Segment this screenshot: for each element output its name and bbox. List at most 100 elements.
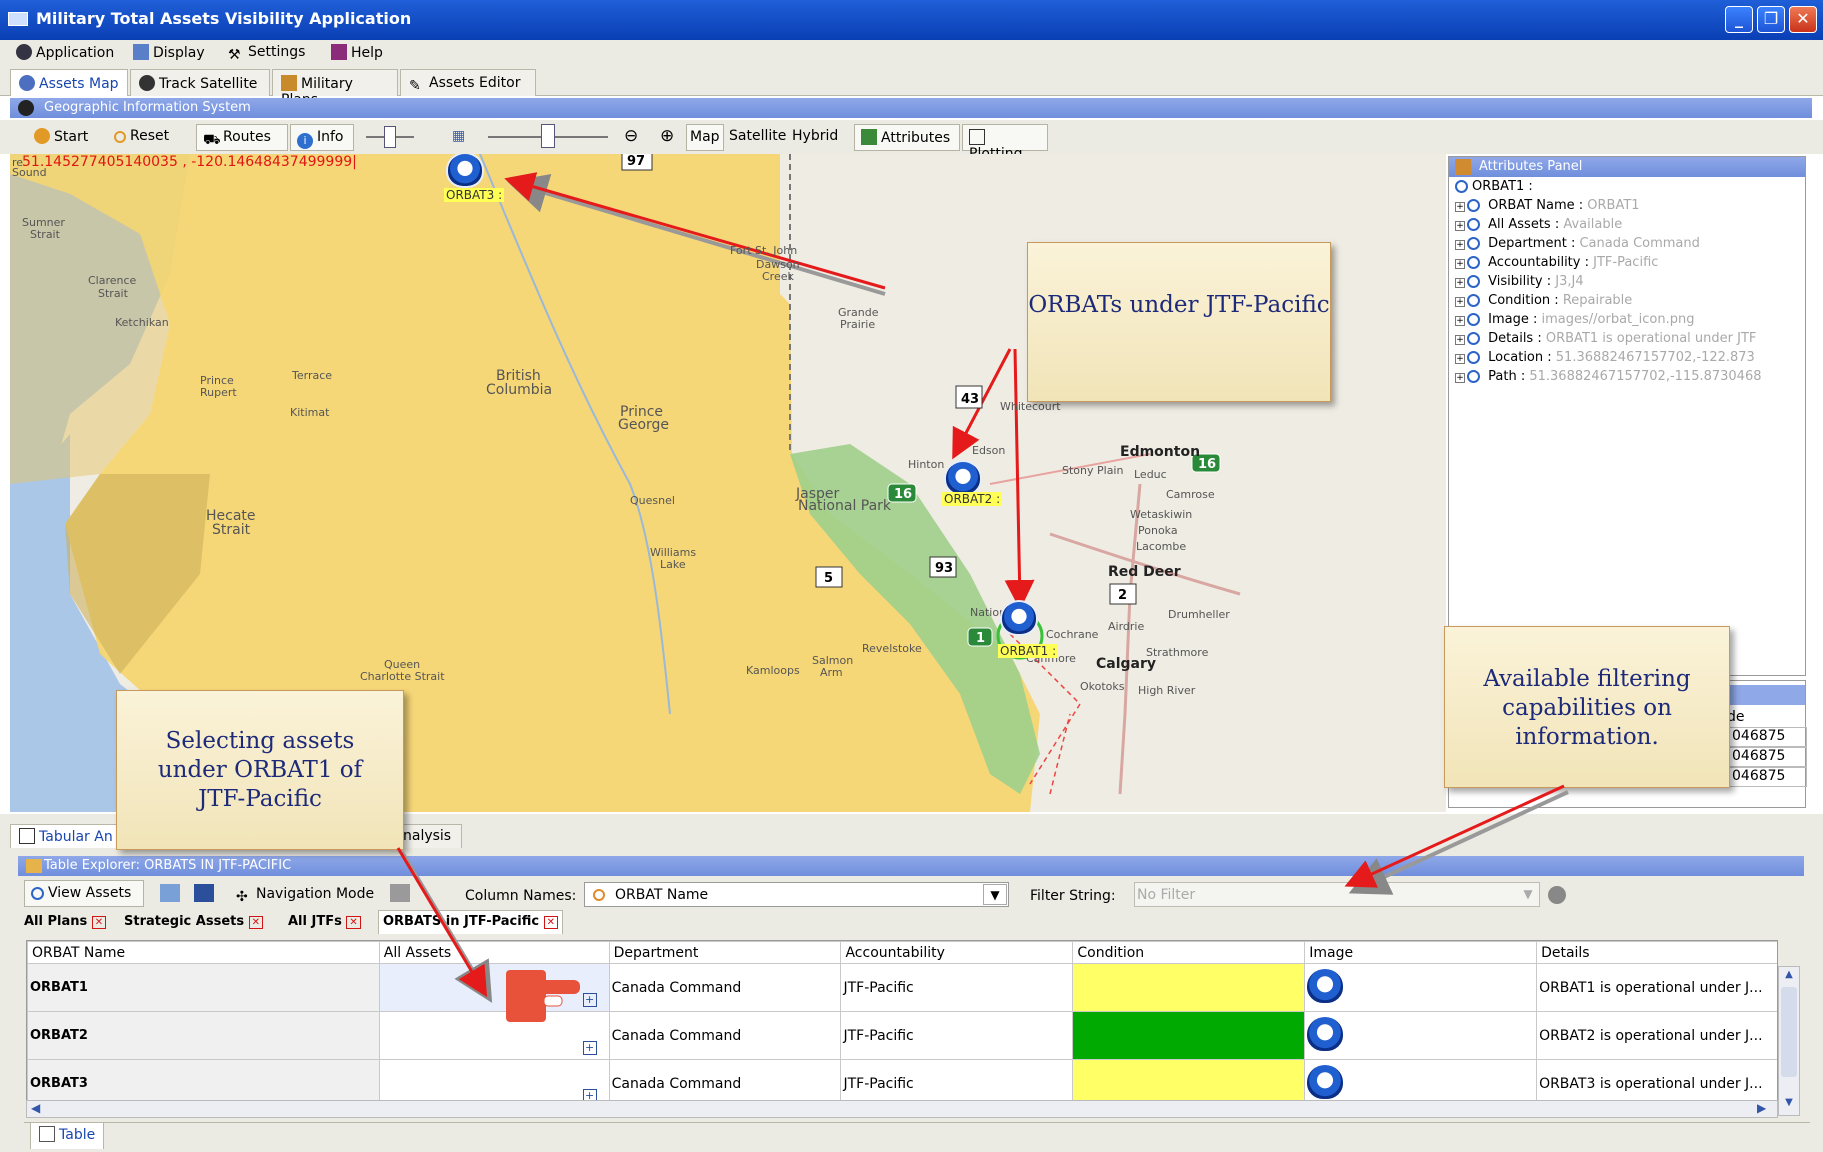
- map-type-hybrid[interactable]: Hybrid: [792, 128, 838, 144]
- accountability-cell[interactable]: JTF-Pacific: [840, 1011, 1074, 1060]
- expand-icon[interactable]: +: [1455, 240, 1465, 250]
- tab-table[interactable]: Table: [30, 1123, 105, 1149]
- column-header[interactable]: ORBAT Name: [27, 941, 380, 964]
- view-assets-button[interactable]: View Assets: [24, 880, 144, 907]
- clear-filter-icon[interactable]: [1548, 886, 1566, 904]
- horizontal-scrollbar[interactable]: ◀ ▶: [26, 1100, 1778, 1118]
- close-icon[interactable]: ✕: [248, 916, 264, 929]
- start-button[interactable]: Start: [34, 128, 88, 145]
- restore-button[interactable]: ❐: [1757, 6, 1785, 33]
- orbat-name-cell[interactable]: ORBAT2: [27, 1011, 380, 1060]
- expand-icon[interactable]: +: [1455, 373, 1465, 383]
- details-cell[interactable]: ORBAT2 is operational under J...: [1536, 1011, 1777, 1060]
- attribute-row[interactable]: + Department : Canada Command: [1455, 236, 1700, 251]
- filter-chevron-down-icon[interactable]: ▼: [1517, 884, 1539, 905]
- scroll-left-icon[interactable]: ◀: [31, 1101, 40, 1115]
- attribute-row[interactable]: + Image : images//orbat_icon.png: [1455, 312, 1694, 327]
- menu-application[interactable]: Application: [16, 44, 114, 61]
- chart-icon[interactable]: [390, 884, 410, 902]
- tab-assets-editor[interactable]: ✎ Assets Editor: [400, 69, 536, 96]
- chevron-down-icon[interactable]: ▼: [983, 884, 1007, 905]
- close-icon[interactable]: ✕: [346, 916, 361, 929]
- tab-tabular-analysis[interactable]: Tabular An: [10, 824, 130, 848]
- subtab-all-plans[interactable]: All Plans ✕: [24, 914, 107, 929]
- expand-icon[interactable]: +: [1455, 297, 1465, 307]
- condition-cell[interactable]: [1072, 1011, 1306, 1060]
- column-header[interactable]: Accountability: [840, 941, 1074, 964]
- close-icon[interactable]: ✕: [543, 916, 558, 929]
- subtab-all-jtfs[interactable]: All JTFs ✕: [288, 914, 361, 929]
- tab-analysis[interactable]: nalysis: [394, 824, 462, 848]
- attribute-row[interactable]: + ORBAT Name : ORBAT1: [1455, 198, 1640, 213]
- close-button[interactable]: ✕: [1789, 6, 1817, 33]
- expand-icon[interactable]: +: [1455, 202, 1465, 212]
- attribute-row[interactable]: + Details : ORBAT1 is operational under …: [1455, 331, 1756, 346]
- routes-button[interactable]: ⛟ Routes: [196, 124, 288, 151]
- expand-assets-icon[interactable]: +: [582, 993, 597, 1007]
- attribute-row[interactable]: + All Assets : Available: [1455, 217, 1622, 232]
- expand-icon[interactable]: +: [1455, 335, 1465, 345]
- map-type-map[interactable]: Map: [686, 124, 724, 151]
- details-cell[interactable]: ORBAT1 is operational under J...: [1536, 963, 1777, 1012]
- expand-assets-icon[interactable]: +: [582, 1041, 597, 1055]
- scroll-right-icon[interactable]: ▶: [1757, 1101, 1766, 1115]
- expand-icon[interactable]: +: [1455, 221, 1465, 231]
- column-header[interactable]: Department: [608, 941, 842, 964]
- all-assets-cell[interactable]: +: [378, 963, 610, 1012]
- info-button[interactable]: i Info: [290, 124, 354, 151]
- minimize-button[interactable]: _: [1725, 6, 1753, 33]
- subtab-orbats-in-jtf-pacific[interactable]: ORBATS in JTF-Pacific ✕: [378, 910, 563, 934]
- close-icon[interactable]: ✕: [91, 916, 107, 929]
- menu-help[interactable]: Help: [331, 44, 383, 61]
- expand-icon[interactable]: +: [1455, 316, 1465, 326]
- attribute-row[interactable]: + Accountability : JTF-Pacific: [1455, 255, 1658, 270]
- orbat-name-cell[interactable]: ORBAT1: [27, 963, 380, 1012]
- tab-track-satellite[interactable]: Track Satellite: [130, 69, 270, 96]
- image-cell[interactable]: [1304, 1011, 1538, 1060]
- vertical-scrollbar[interactable]: ▲ ▼: [1778, 966, 1800, 1116]
- subtab-strategic-assets[interactable]: Strategic Assets ✕: [124, 914, 264, 929]
- orbat3-marker-icon[interactable]: [446, 154, 484, 188]
- expand-icon[interactable]: +: [1455, 259, 1465, 269]
- attribute-row[interactable]: + Visibility : J3,J4: [1455, 274, 1584, 289]
- zoom-slider-thumb[interactable]: [541, 124, 555, 148]
- column-names-select[interactable]: ORBAT Name ▼: [584, 882, 1009, 907]
- zoom-in-icon[interactable]: ⊕: [660, 126, 674, 146]
- attributes-button[interactable]: Attributes: [854, 124, 960, 151]
- export-icon[interactable]: [160, 884, 180, 902]
- image-cell[interactable]: [1304, 963, 1538, 1012]
- column-header[interactable]: Condition: [1072, 941, 1306, 964]
- filter-string-input[interactable]: No Filter ▼: [1134, 882, 1540, 907]
- orbat2-marker-icon[interactable]: [944, 460, 982, 496]
- attribute-row[interactable]: + Location : 51.36882467157702,-122.873: [1455, 350, 1755, 365]
- attribute-row[interactable]: + Condition : Repairable: [1455, 293, 1632, 308]
- scroll-up-icon[interactable]: ▲: [1781, 969, 1797, 985]
- tab-assets-map[interactable]: Assets Map: [10, 69, 128, 96]
- zoom-out-icon[interactable]: ⊖: [624, 126, 638, 146]
- department-cell[interactable]: Canada Command: [608, 1011, 842, 1060]
- attributes-root[interactable]: ORBAT1 :: [1455, 179, 1533, 194]
- navigation-mode-button[interactable]: ✣ Navigation Mode: [236, 886, 374, 905]
- condition-cell[interactable]: [1072, 963, 1306, 1012]
- tab-military-plans[interactable]: Military Plans: [272, 69, 398, 108]
- orbat1-marker-icon[interactable]: [1000, 600, 1038, 636]
- department-cell[interactable]: Canada Command: [608, 963, 842, 1012]
- column-header[interactable]: All Assets: [378, 941, 610, 964]
- reset-button[interactable]: Reset: [114, 128, 169, 144]
- menu-display[interactable]: Display: [133, 44, 205, 61]
- table-row[interactable]: ORBAT1 + Canada Command JTF-Pacific ORBAT1 i…: [27, 963, 1777, 1012]
- column-header[interactable]: Details: [1536, 941, 1777, 964]
- accountability-cell[interactable]: JTF-Pacific: [840, 963, 1074, 1012]
- scrollbar-thumb[interactable]: [1781, 987, 1797, 1077]
- all-assets-cell[interactable]: +: [378, 1011, 610, 1060]
- menu-settings[interactable]: ⚒ Settings: [228, 44, 305, 63]
- column-header[interactable]: Image: [1304, 941, 1538, 964]
- plotting-button[interactable]: Plotting: [962, 124, 1048, 162]
- table-row[interactable]: ORBAT2 + Canada Command JTF-Pacific ORBAT2 i…: [27, 1011, 1777, 1060]
- map-type-satellite[interactable]: Satellite: [729, 128, 786, 144]
- grid-icon[interactable]: ▦: [452, 128, 465, 144]
- scroll-down-icon[interactable]: ▼: [1781, 1097, 1797, 1113]
- save-icon[interactable]: [194, 884, 214, 902]
- opacity-slider-thumb[interactable]: [384, 126, 396, 148]
- expand-icon[interactable]: +: [1455, 278, 1465, 288]
